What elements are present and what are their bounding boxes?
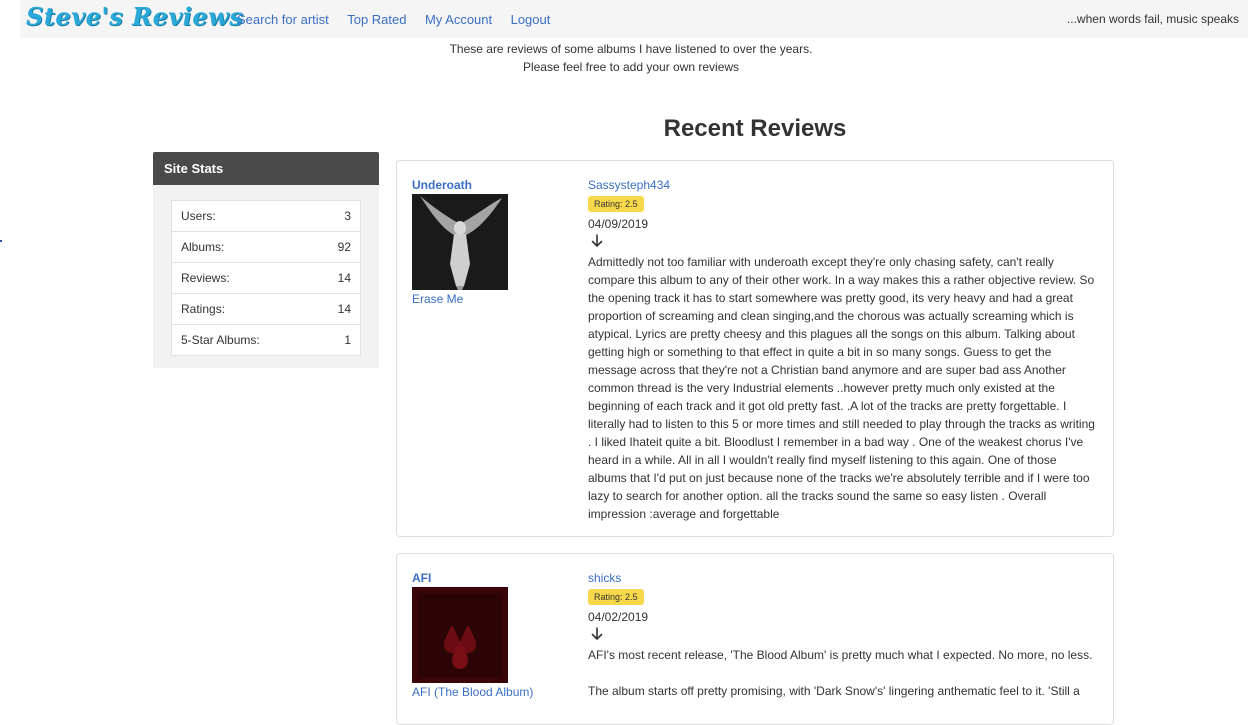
- site-stats-panel: Site Stats Users: 3 Albums: 92 Reviews: …: [153, 152, 379, 368]
- stats-label: Ratings:: [181, 302, 226, 316]
- stray-dot: [0, 240, 2, 242]
- review-card: AFI AFI (The Blood Album) shicks Rating:…: [396, 553, 1114, 725]
- stats-value: 14: [337, 302, 351, 316]
- stats-label: Reviews:: [181, 271, 230, 285]
- site-stats-title: Site Stats: [153, 152, 379, 185]
- review-paragraph: The album starts off pretty promising, w…: [588, 684, 1080, 698]
- review-artist-link[interactable]: AFI: [412, 571, 431, 585]
- site-logo[interactable]: Steve's Reviews: [26, 2, 243, 34]
- review-card: Underoath Erase Me Sassysteph434 Rating:…: [396, 160, 1114, 537]
- nav-links: Search for artist Top Rated My Account L…: [237, 11, 564, 29]
- intro-text: These are reviews of some albums I have …: [0, 40, 1248, 76]
- stats-label: 5-Star Albums:: [181, 333, 260, 347]
- stats-label: Users:: [181, 209, 216, 223]
- nav-top-rated[interactable]: Top Rated: [347, 12, 406, 27]
- site-tagline: ...when words fail, music speaks: [1066, 12, 1239, 26]
- arrow-down-icon[interactable]: [591, 627, 603, 641]
- stats-row-ratings: Ratings: 14: [171, 294, 361, 325]
- review-album-link[interactable]: Erase Me: [412, 292, 463, 306]
- stats-row-five-star: 5-Star Albums: 1: [171, 325, 361, 356]
- stats-row-reviews: Reviews: 14: [171, 263, 361, 294]
- review-paragraph: AFI's most recent release, 'The Blood Al…: [588, 648, 1093, 662]
- review-artist-link[interactable]: Underoath: [412, 178, 472, 192]
- album-cover-art: [412, 194, 508, 290]
- intro-line-1: These are reviews of some albums I have …: [449, 42, 813, 56]
- review-user-link[interactable]: shicks: [588, 571, 621, 585]
- review-text: AFI's most recent release, 'The Blood Al…: [588, 646, 1098, 718]
- review-text: Admittedly not too familiar with underoa…: [588, 253, 1098, 541]
- arrow-down-icon[interactable]: [591, 234, 603, 248]
- recent-reviews-title: Recent Reviews: [663, 115, 847, 142]
- nav-search-artist[interactable]: Search for artist: [237, 12, 329, 27]
- stats-value: 1: [344, 333, 351, 347]
- site-stats-list: Users: 3 Albums: 92 Reviews: 14 Ratings:…: [171, 200, 361, 356]
- review-date: 04/09/2019: [588, 217, 649, 231]
- album-cover-image[interactable]: [412, 194, 508, 290]
- nav-my-account[interactable]: My Account: [425, 12, 492, 27]
- stats-label: Albums:: [181, 240, 225, 254]
- stats-value: 3: [344, 209, 351, 223]
- review-album-link[interactable]: AFI (The Blood Album): [412, 685, 533, 699]
- review-paragraph: Admittedly not too familiar with underoa…: [588, 255, 1095, 521]
- review-date: 04/02/2019: [588, 610, 649, 624]
- rating-badge: Rating: 2.5: [588, 196, 644, 212]
- stats-value: 92: [337, 240, 351, 254]
- stats-value: 14: [337, 271, 351, 285]
- review-user-link[interactable]: Sassysteph434: [588, 178, 670, 192]
- nav-logout[interactable]: Logout: [511, 12, 551, 27]
- album-cover-art: [412, 587, 508, 683]
- stats-row-users: Users: 3: [171, 200, 361, 232]
- album-cover-image[interactable]: [412, 587, 508, 683]
- intro-line-2: Please feel free to add your own reviews: [522, 60, 740, 74]
- rating-badge: Rating: 2.5: [588, 589, 644, 605]
- top-navbar: Steve's Reviews Search for artist Top Ra…: [20, 0, 1248, 38]
- stats-row-albums: Albums: 92: [171, 232, 361, 263]
